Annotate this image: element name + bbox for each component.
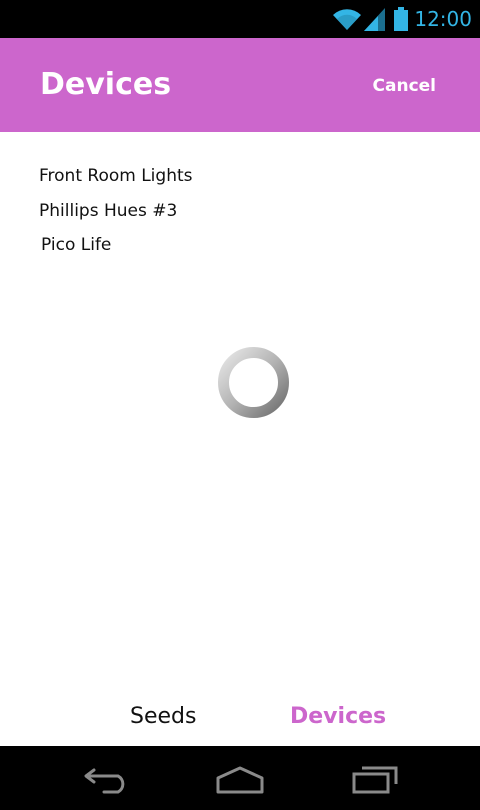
list-item[interactable]: Pico Life	[39, 232, 193, 267]
home-icon[interactable]	[212, 762, 268, 794]
signal-icon	[364, 8, 386, 31]
list-item[interactable]: Front Room Lights	[39, 163, 193, 198]
tab-seeds[interactable]: Seeds	[130, 702, 196, 732]
app-screen: 12:00 Devices Cancel Front Room Lights P…	[0, 0, 480, 810]
loading-spinner-icon	[218, 347, 289, 418]
page-title: Devices	[40, 67, 172, 102]
status-bar: 12:00	[0, 0, 480, 38]
status-time: 12:00	[414, 7, 472, 31]
tab-devices[interactable]: Devices	[290, 702, 386, 732]
cancel-button[interactable]: Cancel	[373, 74, 436, 98]
recent-apps-icon[interactable]	[348, 762, 404, 794]
list-item[interactable]: Phillips Hues #3	[39, 198, 193, 233]
tab-bar: Seeds Devices	[0, 696, 480, 746]
wifi-icon	[333, 9, 362, 31]
back-icon[interactable]	[80, 762, 136, 794]
battery-icon	[394, 7, 409, 31]
navigation-bar	[0, 746, 480, 810]
action-bar: Devices Cancel	[0, 38, 480, 132]
device-list: Front Room Lights Phillips Hues #3 Pico …	[39, 163, 193, 267]
status-icons: 12:00	[332, 0, 472, 38]
